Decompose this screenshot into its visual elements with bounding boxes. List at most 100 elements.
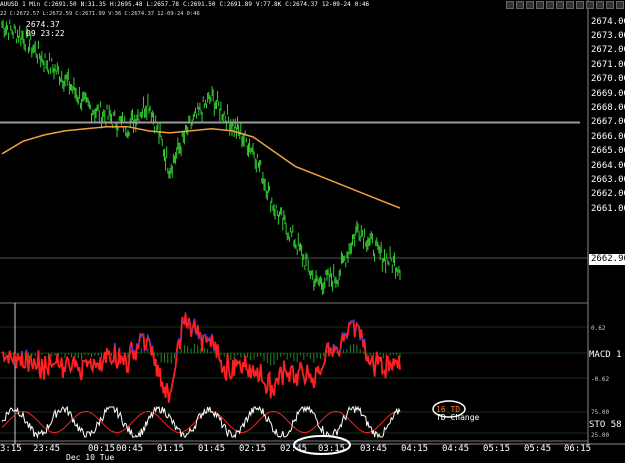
volume-value: V:77.8K — [256, 1, 282, 8]
time-tick: 3:15 — [0, 444, 22, 454]
price-tick: 2665.00 — [591, 146, 625, 156]
macd-up-dot — [25, 349, 28, 352]
macd-up-dot — [208, 337, 211, 340]
price-tick: 2671.00 — [591, 60, 625, 70]
macd-up-dot — [350, 320, 353, 323]
toolbar-button[interactable] — [556, 1, 564, 9]
macd-up-dot — [204, 333, 207, 336]
subheader-item: V:36 — [108, 11, 122, 17]
cursor-readout: 2674.37 09 23:22 — [26, 20, 65, 38]
macd-up-dot — [149, 341, 152, 344]
macd-up-dot — [197, 337, 200, 340]
price-tick: 2673.00 — [591, 31, 625, 41]
macd-up-dot — [118, 347, 121, 350]
macd-up-dot — [363, 338, 366, 341]
price-tick: 2669.00 — [591, 89, 625, 99]
date-value: 12-09-24 — [321, 1, 351, 8]
macd-up-dot — [129, 345, 132, 348]
time-tick: 06:15 — [564, 444, 592, 454]
price-tick: 2664.00 — [591, 161, 625, 171]
macd-up-dot — [352, 319, 355, 322]
macd-up-dot — [138, 342, 141, 345]
macd-pane — [1, 312, 401, 403]
toolbar-button[interactable] — [546, 1, 554, 9]
macd-up-dot — [354, 327, 357, 330]
macd-up-dot — [211, 333, 214, 336]
macd-up-dot — [142, 333, 145, 336]
macd-up-dot — [359, 338, 362, 341]
toolbar-button[interactable] — [566, 1, 574, 9]
time-tick: 00:45 — [116, 444, 144, 454]
cursor-time: 09 23:22 — [26, 29, 65, 38]
last-price-marker: 2662.90 — [589, 254, 625, 265]
macd-up-dot — [345, 337, 348, 340]
macd-up-dot — [133, 350, 136, 353]
time-value: 0:46 — [354, 1, 370, 8]
td-status-label: TD Change — [436, 413, 480, 422]
toolbar-button[interactable] — [606, 1, 614, 9]
stoch-label: STO 58 — [589, 420, 622, 430]
price-tick: 2666.00 — [591, 132, 625, 142]
price-tick: 2663.00 — [591, 175, 625, 185]
macd-up-dot — [175, 351, 178, 354]
time-tick: 03:15 — [318, 444, 346, 454]
macd-label: MACD 1 — [589, 350, 622, 360]
price-tick: 2661.00 — [591, 204, 625, 214]
macd-up-dot — [146, 335, 149, 338]
macd-up-dot — [361, 338, 364, 341]
stoch-name: STO — [589, 420, 606, 430]
chart-header: AUUSD 1 Min C:2691.50 N:31.35 H:2695.48 L:265… — [0, 0, 588, 10]
subheader-item: L:2672.59 — [42, 11, 73, 17]
macd-upper-level: 0.62 — [591, 325, 606, 332]
toolbar-button[interactable] — [616, 1, 624, 9]
stoch-k-line — [1, 405, 401, 439]
time-tick: 01:15 — [157, 444, 185, 454]
macd-signal-line — [1, 313, 401, 403]
interval-label: 1 Min — [22, 1, 41, 8]
macd-up-dot — [339, 349, 342, 352]
stoch-low-level: 25.00 — [591, 432, 610, 439]
price-tick: 2662.00 — [591, 189, 625, 199]
toolbar-button[interactable] — [526, 1, 534, 9]
stoch-high-level: 75.00 — [591, 409, 610, 416]
date-label: Dec 10 Tue — [66, 453, 115, 462]
toolbar-button[interactable] — [516, 1, 524, 9]
macd-up-dot — [199, 334, 203, 337]
macd-up-dot — [191, 328, 194, 331]
time-tick: 03:45 — [360, 444, 388, 454]
time-tick: 04:45 — [442, 444, 470, 454]
toolbar-button[interactable] — [586, 1, 594, 9]
toolbar-button[interactable] — [596, 1, 604, 9]
toolbar-button[interactable] — [506, 1, 514, 9]
macd-up-dot — [140, 335, 143, 338]
price-tick: 2667.00 — [591, 117, 625, 127]
toolbar-button[interactable] — [576, 1, 584, 9]
time-tick: 01:45 — [198, 444, 226, 454]
macd-up-dot — [177, 338, 180, 341]
macd-up-dot — [330, 349, 333, 352]
macd-up-dot — [341, 332, 344, 335]
macd-up-dot — [343, 332, 346, 335]
macd-up-dot — [202, 334, 205, 337]
chart-subheader: 22 C:2672.57 L:2672.59 C:2671.99 V:36 C:2674.… — [0, 10, 203, 19]
toolbar-button[interactable] — [536, 1, 544, 9]
macd-up-dot — [206, 337, 209, 340]
macd-up-dot — [131, 348, 134, 351]
window-toolbar — [505, 0, 625, 10]
chart-grid — [0, 0, 625, 445]
macd-up-dot — [151, 345, 154, 348]
time-tick: 05:15 — [483, 444, 511, 454]
macd-up-dot — [193, 318, 196, 321]
trading-chart[interactable] — [0, 0, 625, 461]
ma-value: C:2691.89 — [219, 1, 252, 8]
net-value: N:31.35 — [80, 1, 106, 8]
macd-up-dot — [113, 342, 116, 345]
stoch-value: 58 — [610, 420, 622, 430]
time-tick: 04:15 — [401, 444, 429, 454]
subheader-item: 0:46 — [186, 11, 200, 17]
macd-up-dot — [195, 333, 198, 336]
time-tick: 02:45 — [280, 444, 308, 454]
macd-up-dot — [213, 349, 216, 352]
low-value: L:2657.78 — [146, 1, 179, 8]
macd-up-dot — [348, 321, 351, 324]
